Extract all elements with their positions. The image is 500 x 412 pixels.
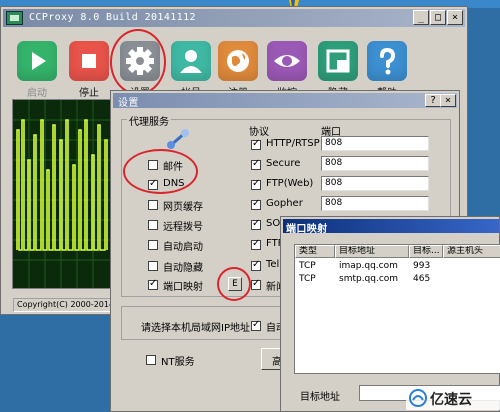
hide-window-icon (318, 41, 358, 81)
gopher-port-field[interactable]: 808 (321, 196, 429, 211)
settings-titlebar: 设置 ? × (113, 93, 457, 109)
col-target-address[interactable]: 目标地址 (335, 245, 409, 258)
col-type[interactable]: 类型 (295, 245, 335, 258)
row-port: 465 (413, 274, 431, 284)
question-icon (367, 41, 407, 81)
protocol-header: 协议 (249, 127, 269, 138)
user-icon (171, 41, 211, 81)
highlight-circle-e-button (217, 267, 251, 301)
row-address: smtp.qq.com (339, 274, 399, 284)
app-icon (6, 11, 23, 25)
col-target-port[interactable]: 目标... (409, 245, 443, 258)
lan-ip-label: 请选择本机局域网IP地址: (141, 323, 254, 334)
protocol-gopher-label: Gopher (266, 198, 303, 209)
protocol-socks-checkbox[interactable] (251, 218, 261, 230)
protocol-http-label: HTTP/RTSP (266, 138, 320, 149)
stop-button[interactable]: 停止 (66, 41, 112, 99)
cloud-logo-icon (409, 389, 427, 407)
stop-label: 停止 (79, 88, 99, 99)
globe-icon (218, 41, 258, 81)
window-title: CCProxy 8.0 Build 20141112 (29, 12, 196, 23)
service-remote-dial-checkbox[interactable] (148, 220, 158, 230)
nt-service-label: NT服务 (161, 357, 195, 368)
protocol-telnet-checkbox[interactable] (251, 259, 261, 271)
nt-service-checkbox[interactable] (146, 355, 156, 365)
port-map-dialog: 端口映射 类型 目标地址 目标... 源主机头 TCP imap.qq.com … (280, 216, 500, 412)
traffic-graph (12, 99, 112, 289)
protocol-http-checkbox[interactable] (251, 138, 261, 150)
highlight-circle-mail-dns (123, 149, 198, 194)
port-map-titlebar: 端口映射 (283, 219, 499, 235)
traffic-graph-lines (13, 100, 111, 288)
service-remote-dial-label: 远程拨号 (163, 222, 203, 233)
row-type: TCP (299, 274, 316, 284)
watermark-text: 亿速云 (430, 392, 472, 408)
watermark: 亿速云 (406, 386, 500, 410)
row-address: imap.qq.com (339, 261, 398, 271)
target-address-label: 目标地址 (300, 392, 340, 403)
http-port-field[interactable]: 808 (321, 136, 429, 151)
service-port-map-label: 端口映射 (163, 282, 203, 293)
port-map-table[interactable]: 类型 目标地址 目标... 源主机头 TCP imap.qq.com 993 T… (294, 244, 500, 374)
protocol-secure-checkbox[interactable] (251, 158, 261, 170)
protocol-secure-label: Secure (266, 158, 301, 169)
service-auto-hide-checkbox[interactable] (148, 261, 158, 271)
service-web-cache-checkbox[interactable] (148, 200, 158, 210)
protocol-ftp-web-checkbox[interactable] (251, 178, 261, 190)
service-auto-start-checkbox[interactable] (148, 240, 158, 250)
row-type: TCP (299, 261, 316, 271)
ftp-web-port-field[interactable]: 808 (321, 176, 429, 191)
maximize-button[interactable]: □ (430, 10, 446, 25)
stop-icon (69, 41, 109, 81)
protocol-telnet-label: Tel (266, 259, 280, 270)
settings-title: 设置 (118, 98, 139, 109)
start-button[interactable]: 启动 (14, 41, 60, 99)
protocol-ftp-checkbox[interactable] (251, 238, 261, 250)
play-icon (17, 41, 57, 81)
settings-help-button[interactable]: ? (425, 94, 441, 107)
service-web-cache-label: 网页缓存 (163, 202, 203, 213)
copyright-text: Copyright(C) 2000-2014 Yo (13, 298, 118, 312)
close-button[interactable]: × (447, 10, 463, 25)
col-source-host[interactable]: 源主机头 (443, 245, 500, 258)
start-label: 启动 (27, 88, 47, 99)
protocol-ftp-web-label: FTP(Web) (266, 178, 314, 189)
lan-ip-auto-checkbox[interactable] (251, 319, 261, 331)
secure-port-field[interactable]: 808 (321, 156, 429, 171)
proxy-service-label: 代理服务 (127, 113, 171, 128)
protocol-gopher-checkbox[interactable] (251, 198, 261, 210)
row-port: 993 (413, 261, 431, 271)
service-port-map-checkbox[interactable] (148, 278, 158, 290)
port-map-title: 端口映射 (286, 224, 328, 235)
settings-close-button[interactable]: × (440, 94, 456, 107)
service-auto-start-label: 自动启动 (163, 242, 203, 253)
protocol-news-checkbox[interactable] (251, 278, 261, 290)
main-titlebar: CCProxy 8.0 Build 20141112 _ □ × (3, 9, 465, 27)
eye-icon (267, 41, 307, 81)
network-icon (167, 129, 189, 149)
highlight-circle-settings (110, 29, 166, 95)
table-header: 类型 目标地址 目标... 源主机头 (295, 245, 500, 258)
service-auto-hide-label: 自动隐藏 (163, 263, 203, 274)
minimize-button[interactable]: _ (413, 10, 429, 25)
